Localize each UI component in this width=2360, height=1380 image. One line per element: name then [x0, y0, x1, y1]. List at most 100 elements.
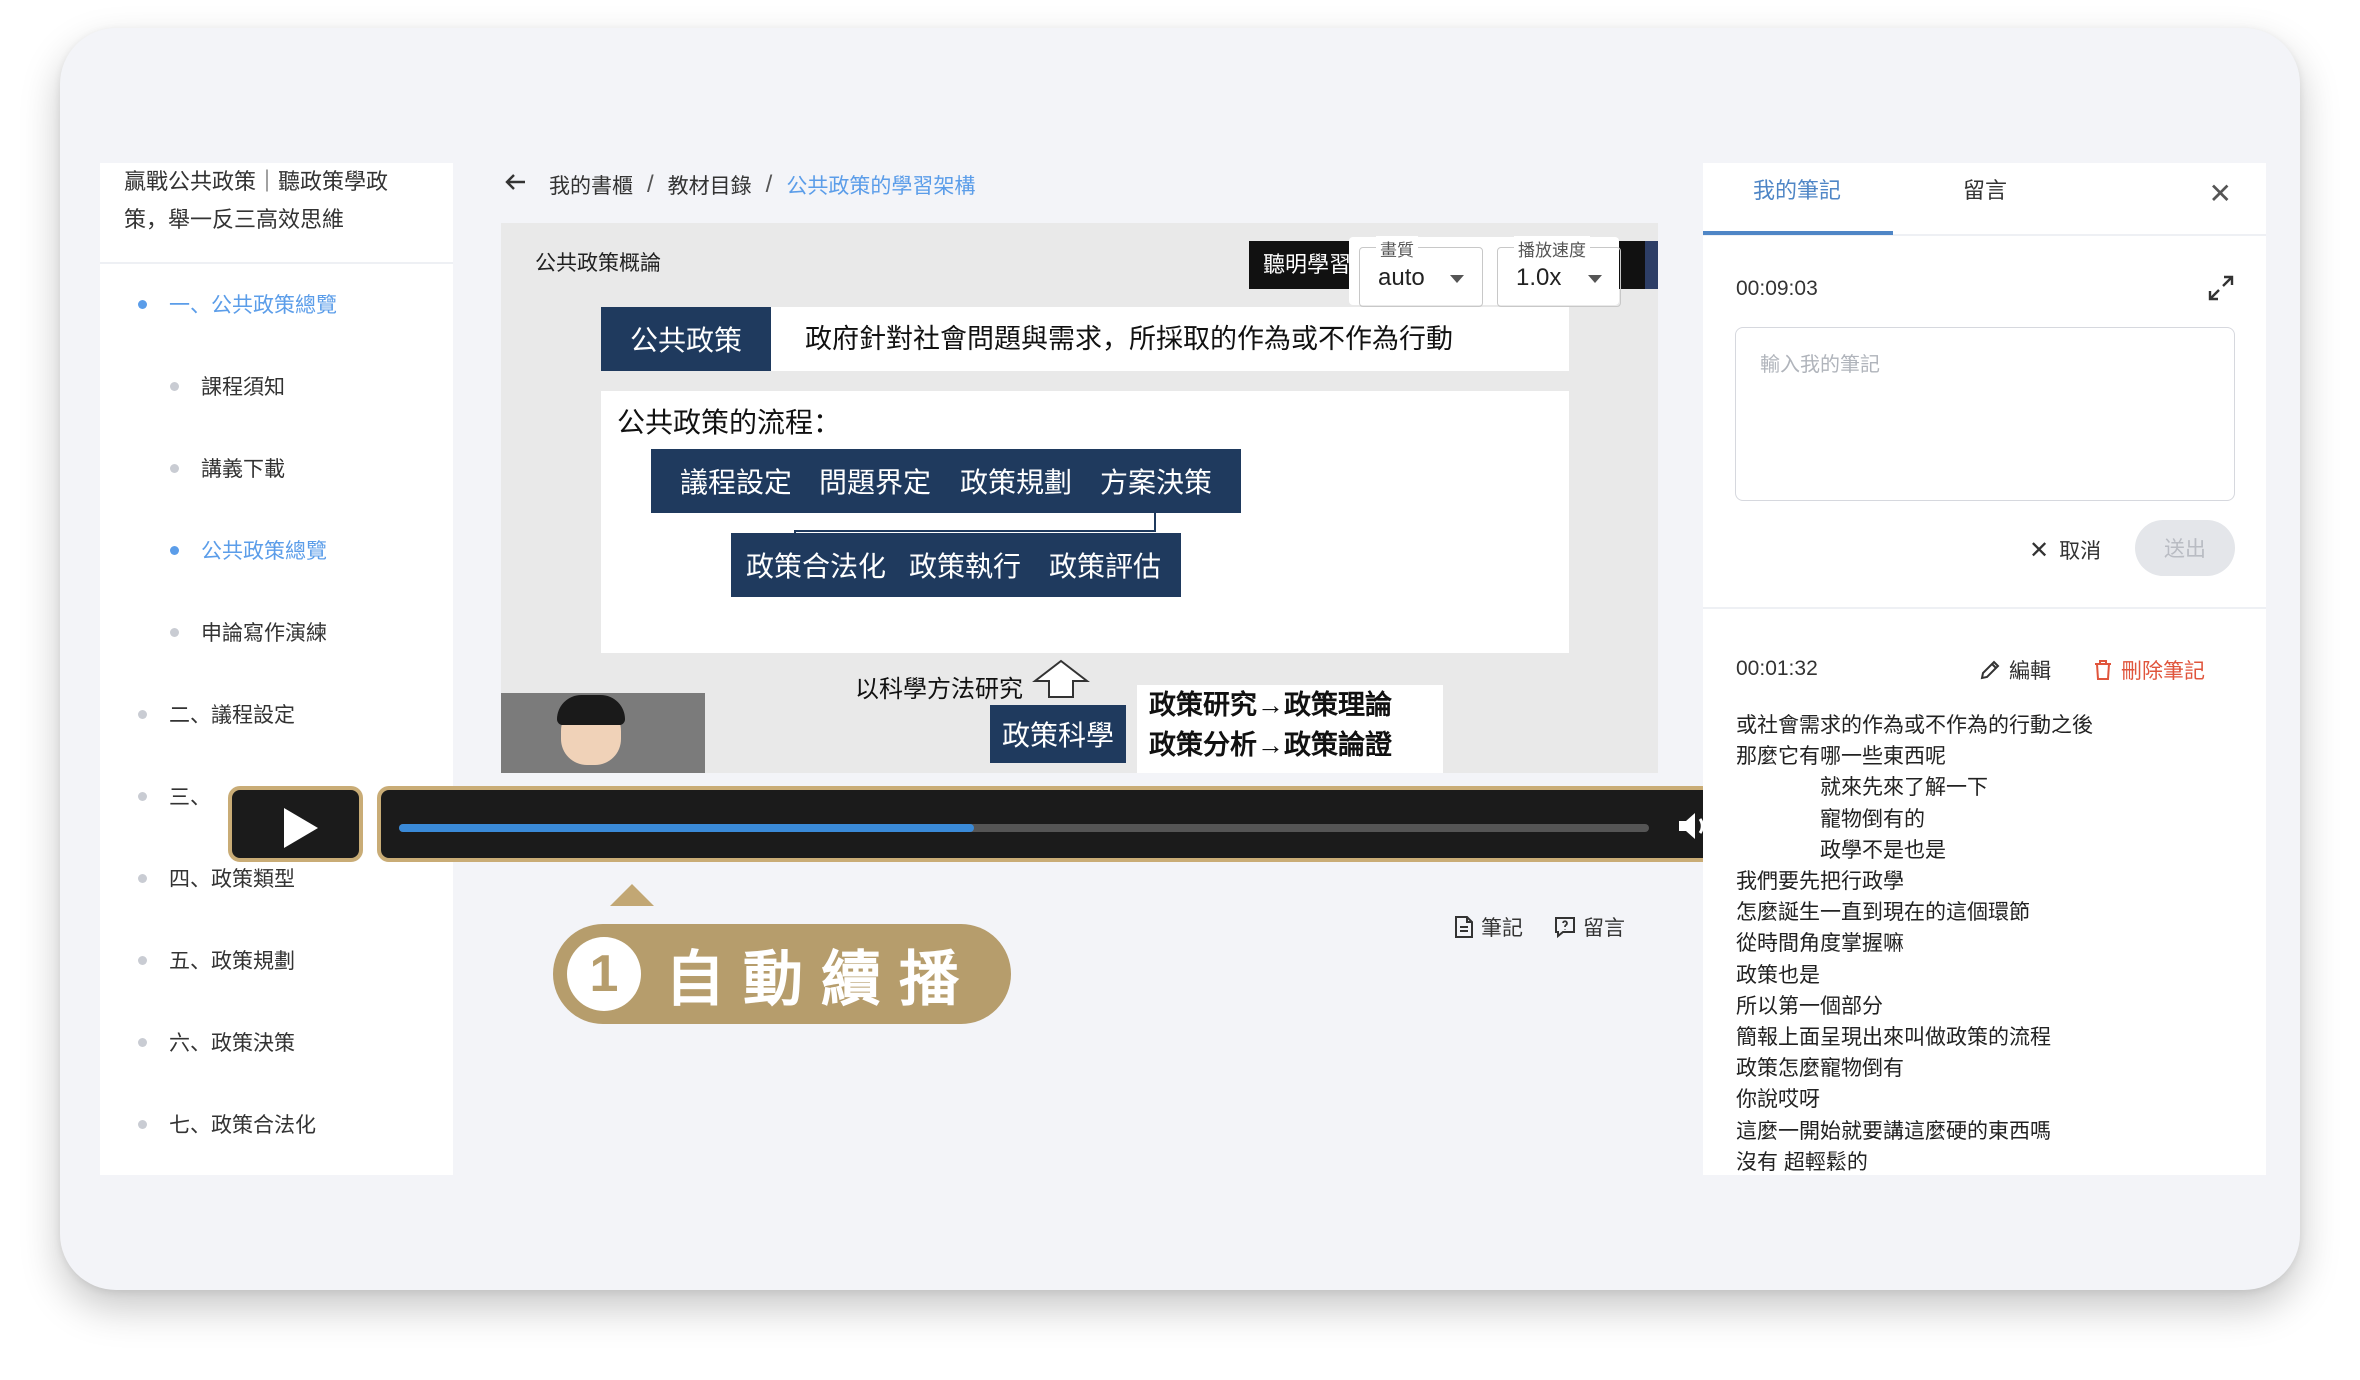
breadcrumb: 我的書櫃 / 教材目錄 / 公共政策的學習架構	[505, 170, 975, 200]
transcript-line: 沒有 超輕鬆的	[1736, 1150, 1868, 1174]
breadcrumb-bookshelf[interactable]: 我的書櫃	[549, 170, 633, 200]
sidebar-item-course-notice[interactable]: 課程須知	[170, 371, 285, 401]
definition-label: 公共政策	[601, 307, 771, 371]
bullet-icon	[170, 627, 179, 637]
speed-value: 1.0x	[1516, 264, 1562, 291]
transcript-line: 或社會需求的作為或不作為的行動之後	[1736, 714, 2093, 737]
transcript-line: 從時間角度掌握嘛	[1736, 932, 1904, 956]
sidebar-item-label: 三、	[169, 786, 211, 809]
brand-edge	[1645, 241, 1658, 289]
panel-divider	[1703, 607, 2266, 609]
callout-number: 1	[567, 937, 641, 1011]
comment-icon	[1555, 917, 1575, 939]
presenter-hair	[557, 695, 625, 725]
sidebar-item-chapter-2[interactable]: 二、議程設定	[138, 699, 295, 729]
autoplay-callout: 1 自動續播	[553, 924, 1011, 1024]
transcript-line: 寵物倒有的	[1820, 807, 1925, 831]
speed-select[interactable]: 播放速度 1.0x	[1497, 236, 1621, 307]
breadcrumb-catalog[interactable]: 教材目錄	[668, 170, 752, 200]
bullet-icon	[138, 709, 147, 719]
progress-fill	[399, 824, 974, 832]
trash-icon	[2095, 660, 2111, 680]
sidebar-item-policy-overview[interactable]: 公共政策總覽	[170, 535, 327, 565]
tab-active-indicator	[1703, 231, 1893, 235]
sidebar-item-label: 一、公共政策總覽	[169, 294, 337, 317]
sidebar-item-chapter-4[interactable]: 四、政策類型	[138, 863, 295, 893]
note-link[interactable]: 筆記	[1453, 912, 1523, 942]
method-text: 以科學方法研究	[855, 676, 1023, 703]
sidebar-item-handout-download[interactable]: 講義下載	[170, 453, 285, 483]
player-settings-panel: 畫質 auto 播放速度 1.0x	[1349, 236, 1621, 307]
cancel-button[interactable]: ✕ 取消	[2029, 535, 2101, 565]
transcript-line: 所以第一個部分	[1736, 994, 1883, 1018]
note-timestamp[interactable]: 00:01:32	[1736, 657, 1818, 681]
breadcrumb-separator: /	[647, 171, 654, 198]
close-icon[interactable]: ✕	[2209, 177, 2232, 210]
breadcrumb-separator: /	[765, 171, 773, 198]
note-input[interactable]: 輸入我的筆記	[1735, 327, 2235, 501]
transcript-line: 怎麼誕生一直到現在的這個環節	[1736, 901, 2030, 925]
document-icon	[1455, 916, 1473, 938]
sidebar-item-chapter-3[interactable]: 三、	[138, 781, 211, 811]
process-diagram: 公共政策的流程： 議程設定 問題界定 政策規劃 方案決策 政策合法化 政策執行 …	[601, 391, 1569, 653]
bullet-icon	[170, 545, 179, 555]
sidebar-item-label: 公共政策總覽	[201, 540, 327, 563]
delete-label: 刪除筆記	[2121, 660, 2205, 683]
delete-note-button[interactable]: 刪除筆記	[2093, 655, 2205, 685]
bullet-icon	[138, 1037, 147, 1047]
research-line: 政策研究→政策理論	[1149, 690, 1392, 720]
expand-icon[interactable]	[2206, 273, 2236, 303]
chevron-down-icon	[1450, 275, 1464, 283]
bullet-icon	[138, 873, 147, 883]
sidebar-item-chapter-6[interactable]: 六、政策決策	[138, 1027, 295, 1057]
research-box: 政策研究→政策理論 政策分析→政策論證	[1137, 685, 1443, 773]
transcript-line: 政策也是	[1736, 963, 1820, 987]
process-step: 政策執行	[889, 533, 1041, 597]
edit-button[interactable]: 編輯	[1979, 655, 2051, 685]
sidebar-item-chapter-5[interactable]: 五、政策規劃	[138, 945, 295, 975]
video-player[interactable]: 公共政策概論 聽明學習 公共政策 政府針對社會問題與需求，所採取的作為或不作為行…	[501, 223, 1658, 773]
sidebar-divider	[100, 262, 453, 264]
progress-bar[interactable]	[399, 824, 1649, 832]
sidebar-item-label: 課程須知	[201, 376, 285, 399]
send-button[interactable]: 送出	[2135, 520, 2235, 576]
back-arrow-icon[interactable]	[505, 172, 527, 198]
bullet-icon	[170, 381, 179, 391]
quality-label: 畫質	[1376, 236, 1418, 261]
sidebar-item-essay-practice[interactable]: 申論寫作演練	[170, 617, 327, 647]
transcript-line: 就來先來了解一下	[1820, 776, 1988, 800]
sidebar-item-label: 申論寫作演練	[201, 622, 327, 645]
edit-label: 編輯	[2009, 660, 2051, 683]
research-line: 政策分析→政策論證	[1149, 730, 1392, 760]
sidebar-item-chapter-7[interactable]: 七、政策合法化	[138, 1109, 316, 1139]
process-step: 方案決策	[1071, 449, 1241, 513]
bullet-icon	[170, 463, 179, 473]
play-button[interactable]	[228, 786, 363, 862]
process-step: 政策合法化	[731, 533, 901, 597]
bullet-icon	[138, 955, 147, 965]
chevron-down-icon	[1588, 275, 1602, 283]
bullet-icon	[138, 1119, 147, 1129]
sidebar-item-chapter-1[interactable]: 一、公共政策總覽	[138, 289, 337, 319]
science-label: 政策科學	[990, 705, 1126, 763]
video-action-links: 筆記 留言	[1453, 912, 1625, 942]
callout-text: 自動續播	[665, 945, 977, 1013]
bullet-icon	[138, 299, 147, 309]
comment-link[interactable]: 留言	[1553, 912, 1625, 942]
presenter-thumbnail	[501, 693, 705, 773]
definition-text: 政府針對社會問題與需求，所採取的作為或不作為行動	[805, 324, 1453, 354]
pencil-icon	[1980, 660, 2000, 680]
notes-panel: 我的筆記 留言 ✕ 00:09:03 輸入我的筆記 ✕ 取消 送出 00:01:…	[1703, 163, 2266, 1175]
tab-my-notes[interactable]: 我的筆記	[1753, 173, 1841, 205]
slide-header: 公共政策概論	[535, 252, 661, 275]
sidebar-item-label: 四、政策類型	[169, 868, 295, 891]
sidebar-item-label: 五、政策規劃	[169, 950, 295, 973]
transcript-line: 那麼它有哪一些東西呢	[1736, 745, 1946, 769]
process-step: 政策評估	[1029, 533, 1181, 597]
callout-pointer	[610, 884, 654, 906]
player-controls	[220, 782, 1863, 864]
tab-comments[interactable]: 留言	[1963, 173, 2007, 205]
transcript-line: 政策怎麼寵物倒有	[1736, 1057, 1904, 1081]
definition-box: 公共政策 政府針對社會問題與需求，所採取的作為或不作為行動	[601, 307, 1569, 371]
quality-select[interactable]: 畫質 auto	[1359, 236, 1483, 307]
